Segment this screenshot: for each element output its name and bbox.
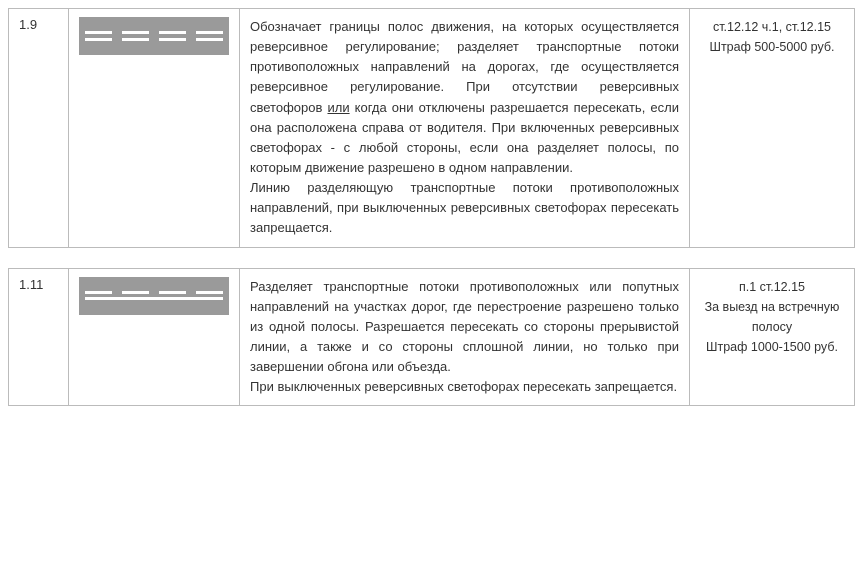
- marking-table-1: 1.9 Обозначает границы полос движения, н…: [8, 8, 855, 248]
- table-row: 1.11 Разделяет транспортные потоки проти…: [9, 268, 855, 406]
- marking-description-cell: Обозначает границы полос движения, на ко…: [240, 9, 690, 248]
- marking-graphic-cell: [69, 9, 240, 248]
- penalty-text: ст.12.12 ч.1, ст.12.15Штраф 500-5000 руб…: [700, 17, 844, 57]
- marking-table-2: 1.11 Разделяет транспортные потоки проти…: [8, 268, 855, 407]
- marking-graphic-cell: [69, 268, 240, 406]
- penalty-cell: ст.12.12 ч.1, ст.12.15Штраф 500-5000 руб…: [690, 9, 855, 248]
- penalty-text: п.1 ст.12.15За выезд на встречную полосу…: [700, 277, 844, 357]
- marking-number: 1.9: [9, 9, 69, 248]
- table-row: 1.9 Обозначает границы полос движения, н…: [9, 9, 855, 248]
- penalty-cell: п.1 ст.12.15За выезд на встречную полосу…: [690, 268, 855, 406]
- road-marking-double-dashed-icon: [79, 17, 229, 55]
- marking-description-cell: Разделяет транспортные потоки противопол…: [240, 268, 690, 406]
- marking-number: 1.11: [9, 268, 69, 406]
- marking-description: Обозначает границы полос движения, на ко…: [250, 17, 679, 239]
- road-marking-dash-solid-icon: [79, 277, 229, 315]
- marking-description: Разделяет транспортные потоки противопол…: [250, 277, 679, 398]
